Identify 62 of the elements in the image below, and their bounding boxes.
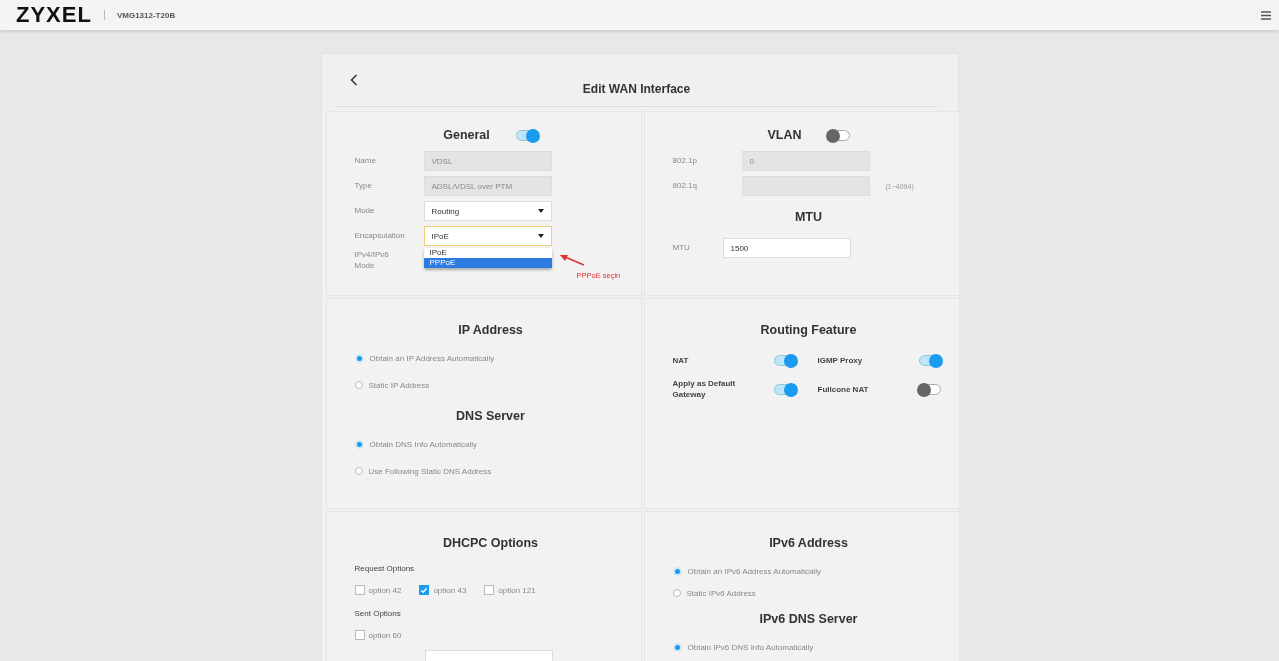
section-title: IPv6 DNS Server [759, 612, 858, 626]
toggle-switch[interactable] [773, 383, 796, 395]
radio-label: Static IPv6 Address [686, 588, 756, 598]
field-label: IPv4/IPv6 Mode [354, 250, 390, 272]
toggle-label: Fullcone NAT [817, 383, 870, 395]
checkbox[interactable] [354, 630, 365, 640]
toggle-label: IGMP Proxy [817, 355, 864, 367]
radio-button[interactable] [672, 589, 681, 597]
checkbox[interactable] [354, 585, 365, 595]
toggle-switch[interactable] [918, 355, 941, 367]
group-label: Sent Options [354, 609, 402, 618]
radio-label: Obtain an IPv6 Address Automatically [687, 566, 821, 576]
input-field[interactable]: 1500 [722, 238, 851, 258]
caret-icon [537, 209, 544, 213]
radio-label: Obtain IPv6 DNS Info Automatically [687, 642, 814, 652]
toggle-switch[interactable] [827, 129, 850, 141]
section-title: VLAN [767, 128, 802, 142]
field-label: Encapsulation [354, 230, 406, 242]
checkbox[interactable] [484, 585, 495, 595]
menu-icon[interactable] [1261, 10, 1271, 20]
checkbox-label: option 60 [368, 630, 402, 640]
model-name: VMG1312-T20B [116, 10, 176, 20]
field-label: 802.1q [672, 180, 698, 192]
back-icon[interactable] [349, 74, 358, 86]
toggle-switch[interactable] [918, 383, 941, 395]
section-title: DNS Server [456, 409, 525, 423]
toggle-switch[interactable] [515, 129, 538, 141]
toggle-label: Apply as Default Gateway [672, 378, 737, 401]
dropdown-option[interactable]: PPPoE [423, 258, 552, 268]
section-title: MTU [794, 210, 823, 224]
select-dropdown[interactable]: IPoE [423, 226, 552, 246]
caret-icon [537, 234, 544, 238]
logo: ZYXEL [16, 2, 92, 28]
section-title: Routing Feature [760, 323, 857, 337]
radio-label: Static IP Address [368, 380, 430, 390]
checkbox-label: option 121 [498, 585, 536, 595]
field-label: Mode [354, 205, 376, 217]
dialog-title: Edit WAN Interface [582, 81, 691, 96]
field-label: Type [354, 180, 373, 192]
section-title: General [443, 128, 490, 142]
toggle-label: NAT [672, 355, 690, 367]
checkbox-label: option 42 [368, 585, 402, 595]
group-label: Request Options [354, 564, 416, 573]
section-title: IP Address [458, 323, 523, 337]
radio-button[interactable] [354, 467, 363, 475]
dropdown-option[interactable]: IPoE [423, 248, 552, 258]
toggle-switch[interactable] [773, 355, 796, 367]
radio-button[interactable] [354, 381, 363, 389]
field-label: MTU [672, 242, 691, 254]
section-title: IPv6 Address [769, 536, 848, 550]
checkbox[interactable] [419, 585, 430, 595]
input-field: ADSL/VDSL over PTM [423, 176, 552, 196]
checkbox-label: option 43 [433, 585, 467, 595]
annotation-arrow [558, 254, 585, 266]
input-field: VDSL [423, 151, 552, 171]
radio-label: Obtain an IP Address Automatically [369, 353, 495, 363]
radio-label: Use Following Static DNS Address [368, 466, 492, 476]
section-title: DHCPC Options [442, 536, 539, 550]
field-label: 802.1p [672, 155, 698, 167]
select-dropdown[interactable]: Routing [423, 201, 552, 221]
field-label: Name [354, 155, 377, 167]
radio-label: Obtain DNS Info Automatically [369, 439, 478, 449]
